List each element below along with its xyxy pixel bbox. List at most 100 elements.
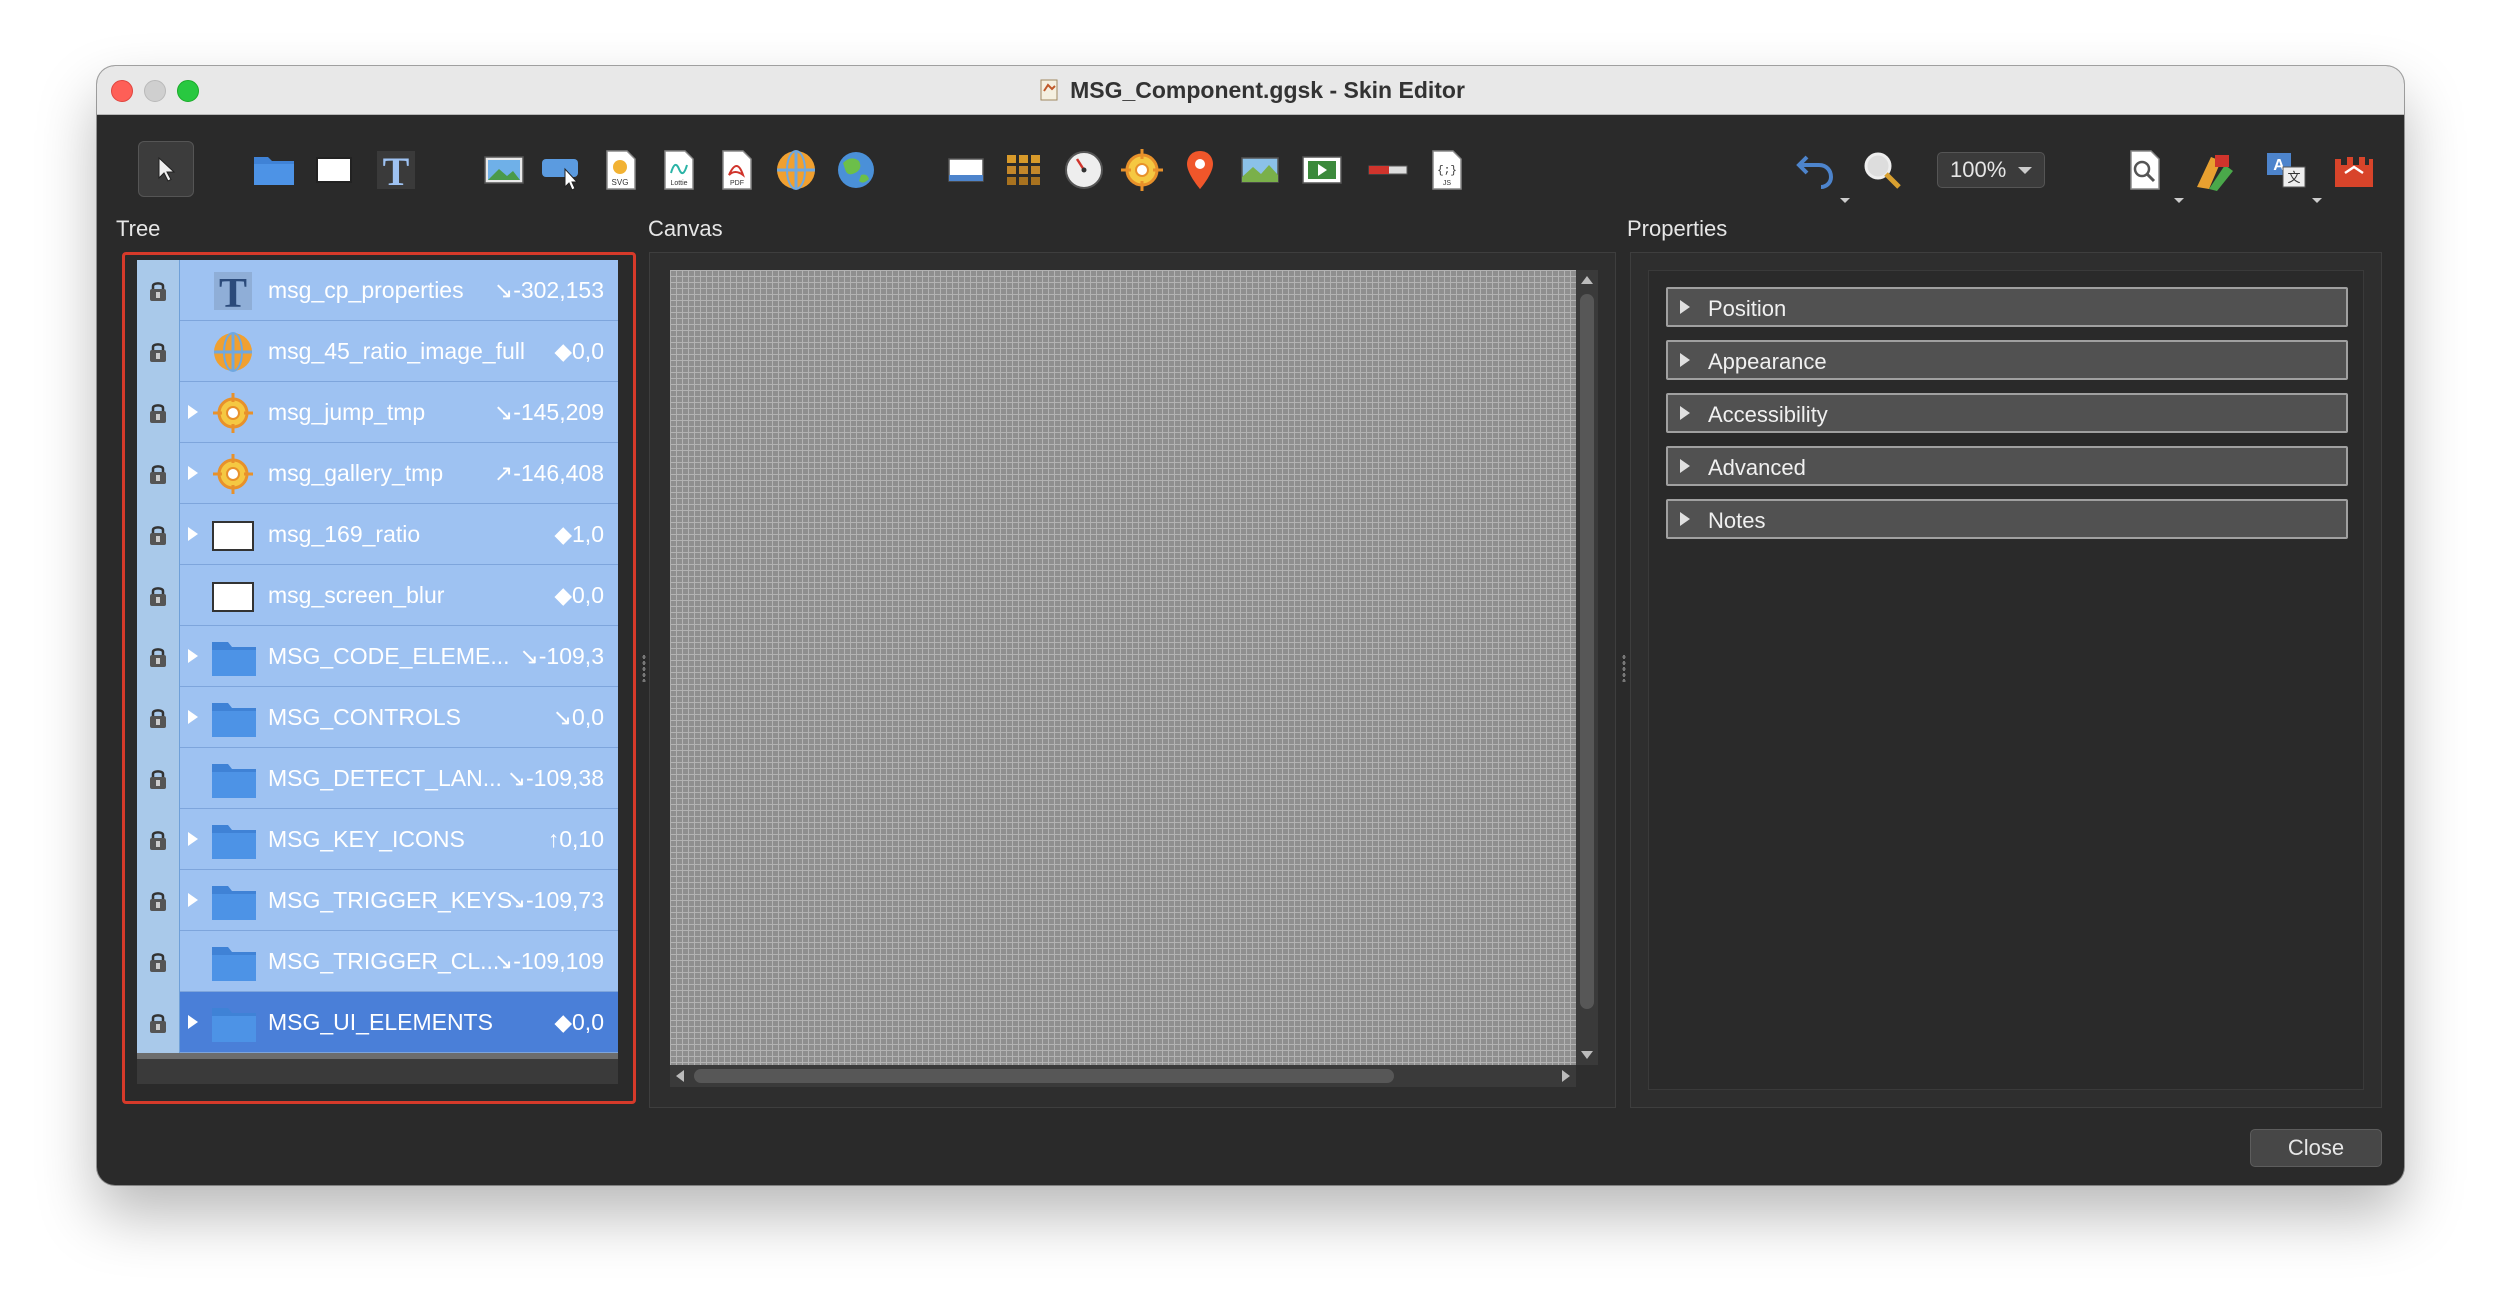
tree-row-content[interactable]: msg_gallery_tmp ↗-146,408 [180,443,618,504]
add-lottie-button[interactable]: Lottie [654,146,702,194]
tree-row-content[interactable]: Tmsg_cp_properties ↘-302,153 [180,260,618,321]
section-appearance[interactable]: Appearance [1666,340,2348,380]
translations-button[interactable]: A 文 [2262,146,2310,194]
zoom-tool-button[interactable] [1858,146,1906,194]
lock-toggle[interactable] [137,870,180,931]
section-notes[interactable]: Notes [1666,499,2348,539]
expand-arrow-icon[interactable] [188,1015,198,1029]
tree-row[interactable]: Tmsg_cp_properties ↘-302,153 [137,260,618,321]
expand-arrow-icon[interactable] [188,710,198,724]
add-map-button[interactable] [832,146,880,194]
lock-toggle[interactable] [137,809,180,870]
find-button[interactable] [2120,146,2168,194]
translations-menu-caret[interactable] [2312,198,2322,203]
section-advanced[interactable]: Advanced [1666,446,2348,486]
tree-row[interactable]: MSG_CODE_ELEME... ↘-109,3 [137,626,618,687]
add-button-element[interactable] [538,146,586,194]
vertical-scroll-thumb[interactable] [1580,294,1594,1009]
add-hotspot-window-button[interactable] [942,146,990,194]
lock-toggle[interactable] [137,687,180,748]
canvas-grid[interactable] [670,270,1576,1065]
tree-row-content[interactable]: msg_screen_blur ◆0,0 [180,565,618,626]
undo-menu-caret[interactable] [1840,198,1850,203]
disclosure-triangle-icon [1680,300,1690,314]
properties-splitter-handle[interactable] [1622,654,1626,682]
add-code-button[interactable]: {;} JS [1422,146,1470,194]
lock-toggle[interactable] [137,321,180,382]
lock-toggle[interactable] [137,260,180,321]
tree-row-content[interactable]: MSG_KEY_ICONS ↑0,10 [180,809,618,870]
section-position[interactable]: Position [1666,287,2348,327]
tree-row[interactable]: msg_gallery_tmp ↗-146,408 [137,443,618,504]
tree-row-content[interactable]: msg_45_ratio_image_full ◆0,0 [180,321,618,382]
lock-toggle[interactable] [137,565,180,626]
tree-row-content[interactable]: msg_169_ratio ◆1,0 [180,504,618,565]
section-label: Appearance [1708,349,1827,374]
skin-colors-button[interactable] [2190,146,2238,194]
tree-splitter-handle[interactable] [642,654,646,682]
select-tool-button[interactable] [138,141,194,197]
expand-arrow-icon[interactable] [188,893,198,907]
canvas-vertical-scrollbar[interactable] [1576,270,1598,1065]
add-hotspot-button[interactable] [1118,146,1166,194]
element-name: msg_jump_tmp [268,399,426,425]
expand-arrow-icon[interactable] [188,466,198,480]
tree-row[interactable]: msg_169_ratio ◆1,0 [137,504,618,565]
tree-row-content[interactable]: MSG_CODE_ELEME... ↘-109,3 [180,626,618,687]
tree-row-content[interactable]: msg_jump_tmp ↘-145,209 [180,382,618,443]
lock-toggle[interactable] [137,443,180,504]
tree-row[interactable]: MSG_DETECT_LAN... ↘-109,38 [137,748,618,809]
section-accessibility[interactable]: Accessibility [1666,393,2348,433]
tree-row-content[interactable]: MSG_DETECT_LAN... ↘-109,38 [180,748,618,809]
lock-toggle[interactable] [137,992,180,1053]
horizontal-scroll-thumb[interactable] [694,1069,1394,1083]
lock-toggle[interactable] [137,931,180,992]
add-map-pin-button[interactable] [1176,146,1224,194]
expand-arrow-icon[interactable] [188,405,198,419]
add-text-button[interactable]: T [372,146,420,194]
scroll-down-icon[interactable] [1581,1051,1593,1059]
tree-row[interactable]: MSG_CONTROLS ↘0,0 [137,687,618,748]
expand-arrow-icon[interactable] [188,649,198,663]
tree-row-content[interactable]: MSG_UI_ELEMENTS ◆0,0 [180,992,618,1053]
add-rectangle-button[interactable] [310,146,358,194]
add-container-button[interactable] [250,146,298,194]
scroll-left-icon[interactable] [676,1070,684,1082]
lock-toggle[interactable] [137,626,180,687]
lock-toggle[interactable] [137,748,180,809]
expand-arrow-icon[interactable] [188,832,198,846]
scroll-right-icon[interactable] [1562,1070,1570,1082]
find-menu-caret[interactable] [2174,198,2184,203]
add-image-button[interactable] [480,146,528,194]
tree-row-content[interactable]: MSG_TRIGGER_CL... ↘-109,109 [180,931,618,992]
skin-tree[interactable]: Tmsg_cp_properties ↘-302,153 msg_45_ratio_… [137,260,618,1084]
add-gauge-button[interactable] [1060,146,1108,194]
canvas-horizontal-scrollbar[interactable] [670,1065,1576,1087]
add-panorama-button[interactable] [772,146,820,194]
tree-row[interactable]: MSG_UI_ELEMENTS ◆0,0 [137,992,618,1053]
add-map-image-button[interactable] [1236,146,1284,194]
add-progress-bar-button[interactable] [1364,146,1412,194]
tree-row[interactable]: MSG_TRIGGER_KEYS ↘-109,73 [137,870,618,931]
lock-toggle[interactable] [137,504,180,565]
add-pdf-button[interactable]: PDF [712,146,760,194]
scroll-up-icon[interactable] [1581,276,1593,284]
add-video-button[interactable] [1298,146,1346,194]
expand-arrow-icon[interactable] [188,527,198,541]
skin-settings-button[interactable] [2330,146,2378,194]
close-button[interactable]: Close [2250,1129,2382,1167]
tree-row-content[interactable]: MSG_TRIGGER_KEYS ↘-109,73 [180,870,618,931]
tree-row[interactable]: msg_jump_tmp ↘-145,209 [137,382,618,443]
tree-row[interactable]: msg_screen_blur ◆0,0 [137,565,618,626]
zoom-level-select[interactable]: 100% [1937,152,2045,188]
tree-row-content[interactable]: MSG_CONTROLS ↘0,0 [180,687,618,748]
add-svg-button[interactable]: SVG [596,146,644,194]
add-grid-button[interactable] [1000,146,1048,194]
tree-row[interactable]: MSG_TRIGGER_CL... ↘-109,109 [137,931,618,992]
section-label: Position [1708,296,1787,321]
undo-button[interactable] [1792,146,1840,194]
tree-row[interactable]: msg_45_ratio_image_full ◆0,0 [137,321,618,382]
zoom-magnifier-icon [1864,152,1901,189]
lock-toggle[interactable] [137,382,180,443]
tree-row[interactable]: MSG_KEY_ICONS ↑0,10 [137,809,618,870]
